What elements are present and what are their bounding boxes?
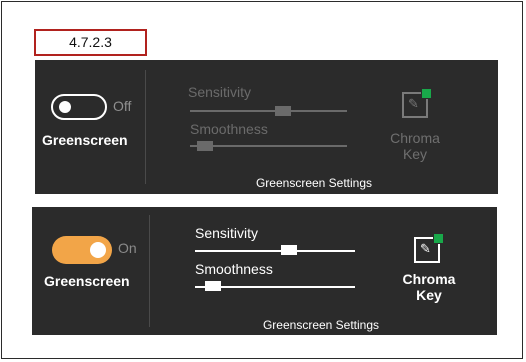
- eyedropper-icon[interactable]: ✎: [414, 233, 444, 263]
- divider: [145, 70, 146, 184]
- greenscreen-panel-off: Off Greenscreen Sensitivity Smoothness ✎…: [35, 60, 498, 194]
- greenscreen-label: Greenscreen: [42, 132, 128, 148]
- chroma-key-button[interactable]: Chroma Key: [394, 271, 464, 303]
- green-swatch: [433, 233, 444, 244]
- greenscreen-toggle[interactable]: [51, 94, 107, 120]
- sensitivity-slider-thumb[interactable]: [281, 245, 298, 255]
- sensitivity-slider[interactable]: [190, 110, 347, 112]
- green-swatch: [421, 88, 432, 99]
- sensitivity-slider-thumb[interactable]: [274, 106, 291, 116]
- frame: 4.7.2.3 Off Greenscreen Sensitivity Smoo…: [1, 1, 523, 359]
- sensitivity-slider[interactable]: [195, 250, 355, 252]
- smoothness-slider-thumb[interactable]: [197, 141, 214, 151]
- eyedropper-icon[interactable]: ✎: [402, 88, 432, 118]
- toggle-state-text: On: [118, 240, 137, 256]
- greenscreen-settings-title: Greenscreen Settings: [262, 318, 380, 332]
- sensitivity-label: Sensitivity: [195, 225, 259, 241]
- greenscreen-settings-title: Greenscreen Settings: [255, 176, 373, 190]
- smoothness-slider-thumb[interactable]: [205, 281, 222, 291]
- smoothness-slider[interactable]: [190, 145, 347, 147]
- greenscreen-panel-on: On Greenscreen Sensitivity Smoothness ✎ …: [32, 207, 497, 335]
- smoothness-label: Smoothness: [190, 121, 268, 137]
- toggle-knob: [90, 242, 106, 258]
- toggle-state-text: Off: [113, 98, 132, 114]
- chroma-key-button[interactable]: Chroma Key: [380, 130, 450, 162]
- greenscreen-toggle[interactable]: [52, 236, 112, 264]
- sensitivity-label: Sensitivity: [188, 84, 252, 100]
- toggle-knob: [59, 101, 71, 113]
- greenscreen-label: Greenscreen: [44, 273, 130, 289]
- divider: [149, 215, 150, 327]
- step-label: 4.7.2.3: [34, 29, 147, 56]
- smoothness-label: Smoothness: [195, 261, 273, 277]
